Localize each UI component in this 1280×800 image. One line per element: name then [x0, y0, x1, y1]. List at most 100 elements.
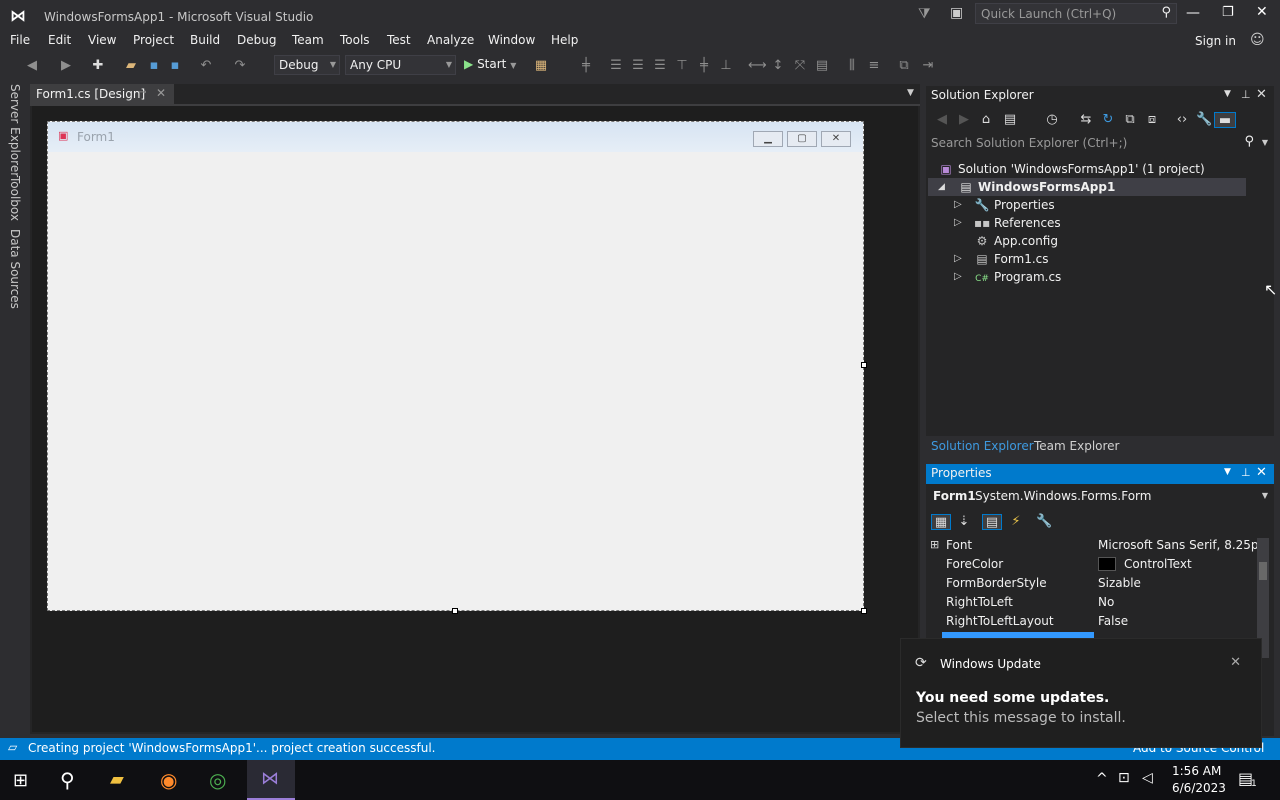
tree-project[interactable]: ◢ ▤ WindowsFormsApp1	[928, 178, 1246, 196]
object-selector[interactable]: Form1 System.Windows.Forms.Form ▼	[926, 486, 1274, 506]
window-options-icon[interactable]: ▼	[1224, 89, 1231, 99]
tree-item-program[interactable]: ▷ C# Program.cs	[954, 268, 1061, 286]
restore-button[interactable]: ❐	[1222, 5, 1234, 20]
resize-handle-corner[interactable]	[861, 608, 867, 614]
menu-build[interactable]: Build	[190, 33, 220, 47]
navigate-forward-icon[interactable]: ▶	[58, 58, 74, 74]
chrome-icon[interactable]: ◎	[209, 768, 226, 792]
toolbox-tab[interactable]: Toolbox	[8, 176, 22, 221]
minimize-button[interactable]: —	[1186, 5, 1200, 21]
filter-icon[interactable]: ⧩	[918, 6, 931, 22]
back-icon[interactable]: ◀	[934, 112, 950, 128]
close-panel-icon[interactable]: ✕	[1256, 465, 1267, 480]
make-same-width-icon[interactable]: ⟷	[748, 58, 767, 74]
menu-tools[interactable]: Tools	[340, 33, 370, 47]
tab-order-icon[interactable]: ⇥	[920, 58, 936, 74]
server-explorer-tab[interactable]: Server Explorer	[8, 84, 22, 177]
bring-to-front-icon[interactable]: ⧉	[896, 58, 912, 74]
align-rights-icon[interactable]: ☰	[652, 58, 668, 74]
layout-icon[interactable]: ╪	[578, 58, 594, 74]
clock-date[interactable]: 6/6/2023	[1172, 781, 1226, 795]
align-centers-icon[interactable]: ☰	[630, 58, 646, 74]
property-pages-icon[interactable]: 🔧	[1036, 514, 1052, 530]
tab-form1-design[interactable]: Form1.cs [Design] ⊸ ✕	[30, 84, 174, 106]
menu-test[interactable]: Test	[387, 33, 411, 47]
forward-icon[interactable]: ▶	[956, 112, 972, 128]
menu-help[interactable]: Help	[551, 33, 578, 47]
account-icon[interactable]: ☺	[1250, 32, 1265, 48]
network-icon[interactable]: ⊡	[1118, 770, 1130, 786]
resize-handle-bottom[interactable]	[452, 608, 458, 614]
categorized-icon[interactable]: ▦	[931, 514, 951, 530]
expand-arrow-icon[interactable]: ▷	[954, 268, 962, 286]
menu-file[interactable]: File	[10, 33, 30, 47]
menu-debug[interactable]: Debug	[237, 33, 276, 47]
make-same-size-icon[interactable]: ⤧	[792, 58, 808, 74]
undo-icon[interactable]: ↶	[198, 58, 214, 74]
clock-time[interactable]: 1:56 AM	[1172, 764, 1221, 778]
pin-icon[interactable]: ⊸	[138, 87, 146, 98]
preview-selected-items-icon[interactable]: ▬	[1214, 112, 1236, 128]
new-project-icon[interactable]: ✚	[90, 58, 106, 74]
view-code-icon[interactable]: ‹›	[1174, 112, 1190, 128]
expand-font-icon[interactable]: ⊞	[930, 538, 939, 551]
tree-item-app-config[interactable]: ⚙ App.config	[974, 232, 1058, 250]
pending-changes-filter-icon[interactable]: ◷	[1044, 112, 1060, 128]
make-same-height-icon[interactable]: ↕	[770, 58, 786, 74]
menu-team[interactable]: Team	[292, 33, 324, 47]
solution-explorer-search[interactable]: Search Solution Explorer (Ctrl+;) ⚲ ▼	[926, 134, 1274, 154]
navigate-back-icon[interactable]: ◀	[24, 58, 40, 74]
property-value[interactable]: Microsoft Sans Serif, 8.25pt	[1098, 538, 1263, 552]
sign-in-link[interactable]: Sign in	[1195, 34, 1236, 48]
align-middles-icon[interactable]: ╪	[696, 58, 712, 74]
form-client-area[interactable]	[48, 152, 863, 610]
toast-close-icon[interactable]: ✕	[1230, 655, 1241, 670]
tree-item-properties[interactable]: ▷ 🔧 Properties	[954, 196, 1055, 214]
feedback-icon[interactable]: ▣	[950, 5, 963, 21]
sync-icon[interactable]: ⇆	[1078, 112, 1094, 128]
property-value[interactable]: No	[1098, 595, 1114, 609]
align-bottoms-icon[interactable]: ⊥	[718, 58, 734, 74]
open-file-icon[interactable]: ▰	[123, 58, 139, 74]
start-windows-icon[interactable]: ⊞	[13, 770, 28, 791]
solution-configuration-select[interactable]: Debug ▼	[274, 55, 340, 75]
menu-window[interactable]: Window	[488, 33, 535, 47]
switch-views-icon[interactable]: ▤	[1002, 112, 1018, 128]
auto-hide-pin-icon[interactable]: ⊥	[1241, 466, 1251, 479]
resize-handle-right[interactable]	[861, 362, 867, 368]
tab-solution-explorer[interactable]: Solution Explorer	[931, 439, 1034, 453]
refresh-icon[interactable]: ↻	[1100, 112, 1116, 128]
property-value[interactable]: Sizable	[1098, 576, 1141, 590]
volume-muted-icon[interactable]: ◁	[1142, 770, 1153, 786]
tab-team-explorer[interactable]: Team Explorer	[1034, 439, 1120, 453]
menu-edit[interactable]: Edit	[48, 33, 71, 47]
search-icon[interactable]: ⚲	[60, 768, 75, 792]
redo-icon[interactable]: ↷	[232, 58, 248, 74]
property-value[interactable]: False	[1098, 614, 1128, 628]
tab-overflow-icon[interactable]: ▼	[907, 88, 914, 98]
file-explorer-icon[interactable]: ▰	[110, 769, 124, 790]
close-button[interactable]: ✕	[1256, 4, 1268, 20]
expand-arrow-icon[interactable]: ▷	[954, 250, 962, 268]
close-panel-icon[interactable]: ✕	[1256, 87, 1267, 102]
tree-item-references[interactable]: ▷ ▪▪ References	[954, 214, 1061, 232]
vertical-spacing-icon[interactable]: ≡	[866, 58, 882, 74]
save-all-icon[interactable]: ▪	[167, 58, 183, 74]
data-sources-tab[interactable]: Data Sources	[8, 229, 22, 309]
quick-launch-input[interactable]: Quick Launch (Ctrl+Q) ⚲	[975, 3, 1177, 24]
show-all-files-icon[interactable]: ⧈	[1144, 112, 1160, 128]
scrollbar-thumb[interactable]	[1259, 562, 1267, 580]
auto-hide-pin-icon[interactable]: ⊥	[1241, 88, 1251, 101]
save-icon[interactable]: ▪	[146, 58, 162, 74]
size-to-grid-icon[interactable]: ▤	[814, 58, 830, 74]
menu-view[interactable]: View	[88, 33, 116, 47]
align-tops-icon[interactable]: ⊤	[674, 58, 690, 74]
close-tab-icon[interactable]: ✕	[156, 86, 166, 100]
firefox-icon[interactable]: ◉	[160, 768, 177, 792]
start-button[interactable]: ▶ Start ▼	[464, 57, 516, 71]
expand-arrow-icon[interactable]: ▷	[954, 214, 962, 232]
properties-wrench-icon[interactable]: 🔧	[1196, 112, 1212, 128]
menu-project[interactable]: Project	[133, 33, 174, 47]
home-icon[interactable]: ⌂	[978, 112, 994, 128]
properties-view-icon[interactable]: ▤	[982, 514, 1002, 530]
